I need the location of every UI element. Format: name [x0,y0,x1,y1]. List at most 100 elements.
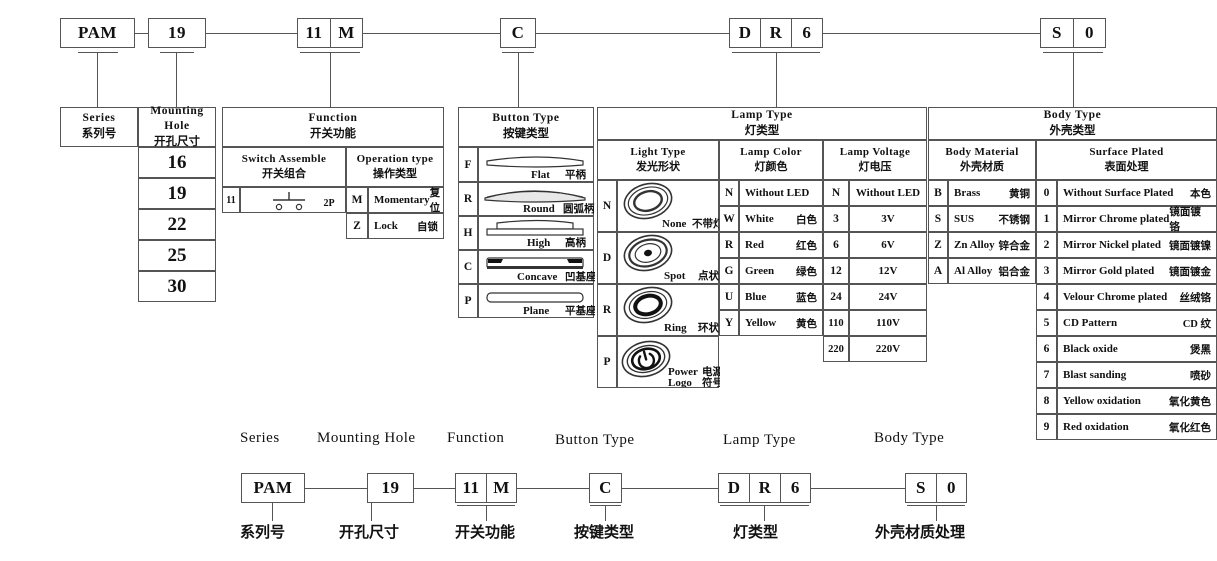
button-type-row[interactable]: Concave 凹基座 [478,250,595,284]
light-type-row[interactable]: None 不带灯 [617,180,720,232]
body-material-row[interactable]: Brass 黄铜 [948,180,1036,206]
surface-plated-row[interactable]: CD Pattern CD 纹 [1057,310,1217,336]
button-type-row[interactable]: Round 圆弧柄 [478,182,595,216]
operation-type-cn: 自锁 [417,221,438,233]
body-material-row[interactable]: Zn Alloy 锌合金 [948,232,1036,258]
svg-text:None: None [662,218,687,230]
surface-plated-row[interactable]: Mirror Gold plated 镜面镀金 [1057,258,1217,284]
lamp-voltage-row[interactable]: 110V [849,310,927,336]
section-title-cn: 系列号 [81,128,117,140]
code-cell: 11 [305,23,323,42]
light-type-code: P [597,336,617,388]
lamp-voltage-code: 6 [823,232,849,258]
surface-plated-en: Yellow oxidation [1063,395,1141,407]
mounting-hole-row[interactable]: 22 [138,209,216,240]
lamp-color-row[interactable]: Green 绿色 [739,258,823,284]
code-box-mounting-hole[interactable]: 19 [148,18,206,48]
surface-plated-row[interactable]: Blast sanding 喷砂 [1057,362,1217,388]
summary-code-box-lamp-type[interactable]: D R 6 [718,473,811,503]
surface-plated-row[interactable]: Without Surface Plated 本色 [1057,180,1217,206]
surface-plated-row[interactable]: Black oxide 煲黑 [1057,336,1217,362]
body-material-cn: 铝合金 [998,266,1031,278]
svg-text:凹基座: 凹基座 [565,270,595,283]
code-box-series[interactable]: PAM [60,18,135,48]
surface-plated-row[interactable]: Yellow oxidation 氧化黄色 [1057,388,1217,414]
section-title-en: Mounting Hole [150,104,204,133]
lamp-color-cn: 白色 [796,214,817,226]
summary-label-en: Mounting Hole [317,430,416,446]
lamp-voltage-row[interactable]: 12V [849,258,927,284]
lamp-voltage-row[interactable]: Without LED [849,180,927,206]
surface-plated-row[interactable]: Mirror Chrome plated 镜面镀铬 [1057,206,1217,233]
summary-connector [622,488,718,490]
subsection-surface-plated: Surface Plated 表面处理 [1036,140,1217,180]
summary-label-cn: 灯类型 [733,525,779,541]
surface-plated-row[interactable]: Red oxidation 氧化红色 [1057,414,1217,440]
lamp-voltage-value: 6V [881,239,895,251]
subsection-switch-assemble: Switch Assemble 开关组合 [222,147,346,187]
body-material-en: SUS [954,213,975,225]
summary-code-box-body-type[interactable]: S 0 [905,473,967,503]
body-material-code: B [928,180,948,206]
subsection-title-cn: 操作类型 [373,168,417,180]
summary-code-box-series[interactable]: PAM [241,473,305,503]
operation-type-code: M [346,187,368,213]
operation-type-row[interactable]: Lock 自锁 [368,213,444,239]
surface-plated-cn: 镜面镀金 [1169,266,1211,278]
subsection-title-en: Switch Assemble [241,153,327,166]
lamp-voltage-row[interactable]: 3V [849,206,927,232]
subsection-title-cn: 灯颜色 [754,161,788,173]
code-cell: 19 [168,23,186,42]
lamp-color-row[interactable]: White 白色 [739,206,823,232]
light-type-row[interactable]: Power 电源 Logo 符号 [617,336,720,388]
drop-line-button-type [518,52,520,107]
code-box-function[interactable]: 11 M [297,18,363,48]
lamp-voltage-row[interactable]: 6V [849,232,927,258]
operation-type-row[interactable]: Momentary 复位 [368,187,444,214]
code-cell: 0 [1072,19,1105,47]
surface-plated-en: Mirror Chrome plated [1063,213,1170,225]
mounting-hole-row[interactable]: 25 [138,240,216,271]
lamp-color-row[interactable]: Without LED [739,180,823,206]
light-type-row[interactable]: Spot 点状 [617,232,719,284]
mounting-hole-row[interactable]: 30 [138,271,216,302]
summary-code-box-mounting-hole[interactable]: 19 [367,473,414,503]
lamp-voltage-row[interactable]: 24V [849,284,927,310]
body-material-row[interactable]: Al Alloy 铝合金 [948,258,1036,284]
subsection-title-cn: 外壳材质 [960,161,1004,173]
code-cell: 19 [381,478,400,497]
lamp-color-row[interactable]: Blue 蓝色 [739,284,823,310]
light-type-row[interactable]: Ring 环状 [617,284,719,336]
button-type-row[interactable]: Plane 平基座 [478,284,595,318]
button-type-row[interactable]: Flat 平柄 [478,147,594,182]
surface-plated-en: CD Pattern [1063,317,1118,329]
summary-code-box-function[interactable]: 11 M [455,473,517,503]
section-title-en: Body Type [1043,108,1102,121]
svg-text:Logo: Logo [668,377,692,387]
operation-type-en: Momentary [374,194,430,206]
summary-label-en: Body Type [874,430,945,446]
code-box-lamp-type[interactable]: D R 6 [729,18,823,48]
lamp-color-row[interactable]: Yellow 黄色 [739,310,823,336]
code-box-button-type[interactable]: C [500,18,536,48]
lamp-color-cn: 蓝色 [796,292,817,304]
lamp-color-code: N [719,180,739,206]
mounting-hole-row[interactable]: 19 [138,178,216,209]
surface-plated-code: 8 [1036,388,1057,414]
code-cell: S [916,478,926,497]
surface-plated-en: Without Surface Plated [1063,187,1174,199]
code-cell: S [1052,23,1062,42]
summary-code-box-button-type[interactable]: C [589,473,622,503]
surface-plated-row[interactable]: Velour Chrome plated 丝绒铬 [1057,284,1217,310]
button-concave-icon: Concave 凹基座 [486,257,595,283]
surface-plated-row[interactable]: Mirror Nickel plated 镜面镀镍 [1057,232,1217,258]
code-box-body-type[interactable]: S 0 [1040,18,1106,48]
body-material-code: A [928,258,948,284]
subsection-title-en: Surface Plated [1089,146,1164,159]
mounting-hole-row[interactable]: 16 [138,147,216,178]
button-type-row[interactable]: High 高柄 [478,216,594,250]
body-material-row[interactable]: SUS 不锈钢 [948,206,1036,232]
lamp-voltage-row[interactable]: 220V [849,336,927,362]
button-type-code: C [458,250,478,284]
lamp-color-row[interactable]: Red 红色 [739,232,823,258]
